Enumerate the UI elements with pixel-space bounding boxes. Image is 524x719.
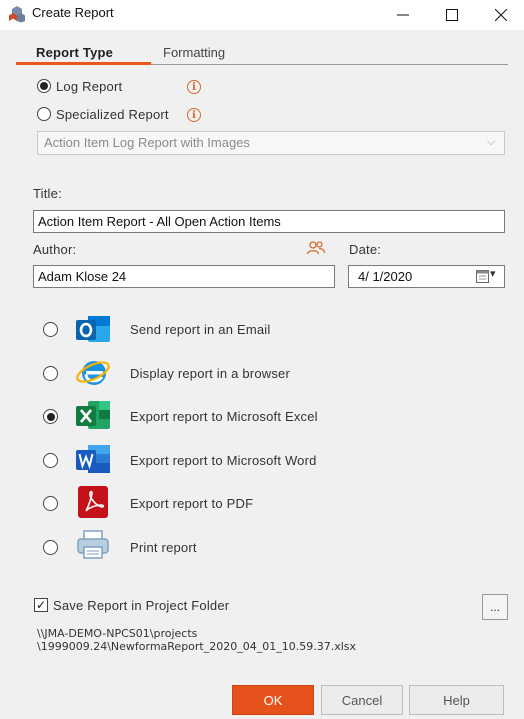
browse-folder-button[interactable]: ... [482,594,508,620]
info-glyph: i [192,109,196,121]
minimize-button[interactable] [380,0,426,30]
print-option-radio[interactable] [43,540,58,555]
specialized-report-value: Action Item Log Report with Images [44,135,250,150]
chevron-down-icon[interactable]: ⌵ [487,136,495,149]
specialized-report-radio[interactable] [37,107,51,121]
pdf-option-label[interactable]: Export report to PDF [130,496,253,511]
specialized-report-label[interactable]: Specialized Report [56,107,169,122]
radio-selected-dot [46,412,55,421]
print-option-label[interactable]: Print report [130,540,197,555]
ok-button[interactable]: OK [232,685,314,715]
save-path-line-2: \1999009.24\NewformaReport_2020_04_01_10… [37,640,357,653]
outlook-icon [76,316,110,342]
save-in-folder-checkbox[interactable]: ✓ [34,598,48,612]
tab-formatting[interactable]: Formatting [163,45,225,60]
info-icon[interactable]: i [187,108,201,122]
close-icon [495,9,507,21]
cancel-button[interactable]: Cancel [321,685,403,715]
title-label: Title: [33,186,62,201]
word-icon [76,445,110,473]
window-title: Create Report [32,5,114,20]
save-path-line-1: \\JMA-DEMO-NPCS01\projects [37,627,198,640]
tab-report-type[interactable]: Report Type [36,45,113,60]
app-logo-icon [9,6,25,23]
printer-icon [77,530,109,559]
word-option-radio[interactable] [43,453,58,468]
info-glyph: i [192,81,196,93]
internet-explorer-icon [76,361,110,385]
close-button[interactable] [478,0,524,30]
calendar-icon[interactable] [476,269,489,283]
pdf-icon [78,486,108,518]
info-icon[interactable]: i [187,80,201,94]
email-option-label[interactable]: Send report in an Email [130,322,270,337]
date-label: Date: [349,242,382,257]
word-option-label[interactable]: Export report to Microsoft Word [130,453,317,468]
radio-selected-dot [40,82,48,90]
author-input[interactable]: Adam Klose 24 [33,265,335,288]
maximize-button[interactable] [429,0,475,30]
help-button[interactable]: Help [409,685,504,715]
excel-option-radio[interactable] [43,409,58,424]
excel-icon [76,401,110,429]
browser-option-radio[interactable] [43,366,58,381]
browser-option-label[interactable]: Display report in a browser [130,366,290,381]
save-in-folder-label[interactable]: Save Report in Project Folder [53,598,229,613]
title-input[interactable]: Action Item Report - All Open Action Ite… [33,210,505,233]
check-icon: ✓ [35,598,47,612]
log-report-label[interactable]: Log Report [56,79,122,94]
excel-option-label[interactable]: Export report to Microsoft Excel [130,409,318,424]
maximize-icon [446,9,458,21]
people-icon[interactable] [306,240,326,256]
minimize-icon [397,14,409,16]
chevron-down-icon[interactable]: ▾ [490,267,496,280]
email-option-radio[interactable] [43,322,58,337]
log-report-radio[interactable] [37,79,51,93]
tab-active-indicator [16,62,151,65]
pdf-option-radio[interactable] [43,496,58,511]
date-value: 4/ 1/2020 [358,269,413,284]
author-label: Author: [33,242,77,257]
